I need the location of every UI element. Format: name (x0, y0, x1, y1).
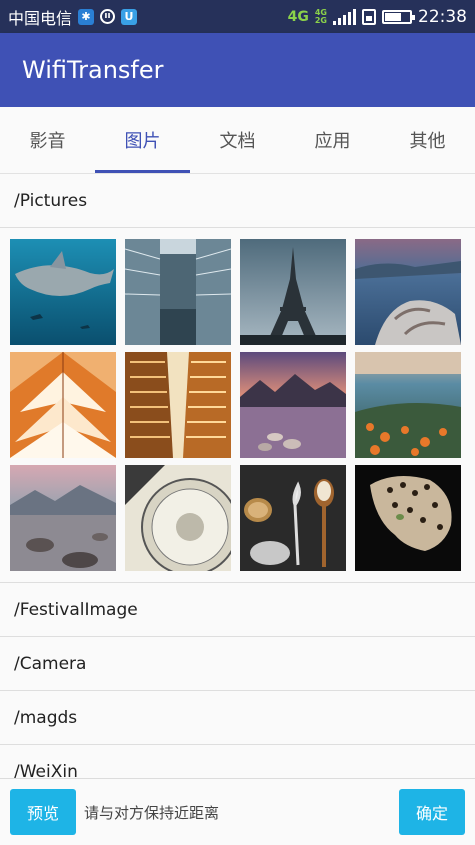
sim-icon (362, 8, 376, 25)
shield-icon: U (121, 8, 138, 25)
folder-list: /Pictures /FestivalImage /Camera /magds … (0, 174, 475, 778)
thumbnail-symmetric-architecture[interactable] (10, 352, 116, 458)
thumbnail-mountain-lake-sunset[interactable] (240, 352, 346, 458)
tab-label: 其他 (409, 131, 446, 152)
tab-label: 文档 (219, 131, 256, 152)
tab-documents[interactable]: 文档 (190, 107, 285, 173)
tab-label: 应用 (314, 131, 351, 152)
app-notification-icon: ✱ (78, 8, 95, 25)
carrier-label: 中国电信 (8, 8, 73, 28)
signal-icon (333, 8, 356, 25)
thumbnail-glass-building[interactable] (125, 239, 231, 345)
folder-camera[interactable]: /Camera (0, 637, 475, 691)
thumbnail-leopard[interactable] (355, 465, 461, 571)
folder-label: /Camera (14, 653, 87, 674)
bottom-action-bar: 预览 请与对方保持近距离 确定 (0, 778, 475, 845)
folder-label: /FestivalImage (14, 599, 138, 620)
thumbnail-camera-dial[interactable] (125, 465, 231, 571)
app-title: WifiTransfer (22, 56, 164, 84)
tab-other[interactable]: 其他 (380, 107, 475, 173)
tab-label: 图片 (124, 131, 161, 152)
network-type-label: 4G (287, 8, 309, 25)
network-small-label: 4G 2G (314, 7, 327, 25)
thumbnail-driftwood-lake[interactable] (355, 239, 461, 345)
tab-bar: 影音 图片 文档 应用 其他 (0, 107, 475, 174)
folder-magds[interactable]: /magds (0, 691, 475, 745)
folder-label: /WeiXin (14, 761, 78, 779)
tab-media[interactable]: 影音 (0, 107, 95, 173)
app-bar: WifiTransfer (0, 33, 475, 107)
proximity-hint: 请与对方保持近距离 (84, 803, 220, 822)
thumbnail-grid (0, 228, 475, 583)
folder-pictures[interactable]: /Pictures (0, 174, 475, 228)
status-bar: 中国电信 ✱ ıı U 4G 4G 2G 22:38 (0, 0, 475, 33)
confirm-button[interactable]: 确定 (399, 789, 465, 835)
folder-label: /magds (14, 707, 78, 728)
tab-apps[interactable]: 应用 (285, 107, 380, 173)
battery-icon (382, 9, 415, 24)
folder-weixin[interactable]: /WeiXin (0, 745, 475, 779)
thumbnail-shark-underwater[interactable] (10, 239, 116, 345)
thumbnail-mountain-lake-rocks[interactable] (10, 465, 116, 571)
preview-button[interactable]: 预览 (10, 789, 76, 835)
thumbnail-eiffel-tower[interactable] (240, 239, 346, 345)
thumbnail-coastal-flowers[interactable] (355, 352, 461, 458)
folder-label: /Pictures (14, 190, 88, 211)
sync-icon: ıı (100, 9, 116, 24)
tab-pictures[interactable]: 图片 (95, 107, 190, 173)
clock: 22:38 (418, 6, 467, 27)
thumbnail-city-buildings-upward[interactable] (125, 352, 231, 458)
folder-festival-image[interactable]: /FestivalImage (0, 583, 475, 637)
tab-label: 影音 (29, 131, 66, 152)
thumbnail-spoons-spices[interactable] (240, 465, 346, 571)
